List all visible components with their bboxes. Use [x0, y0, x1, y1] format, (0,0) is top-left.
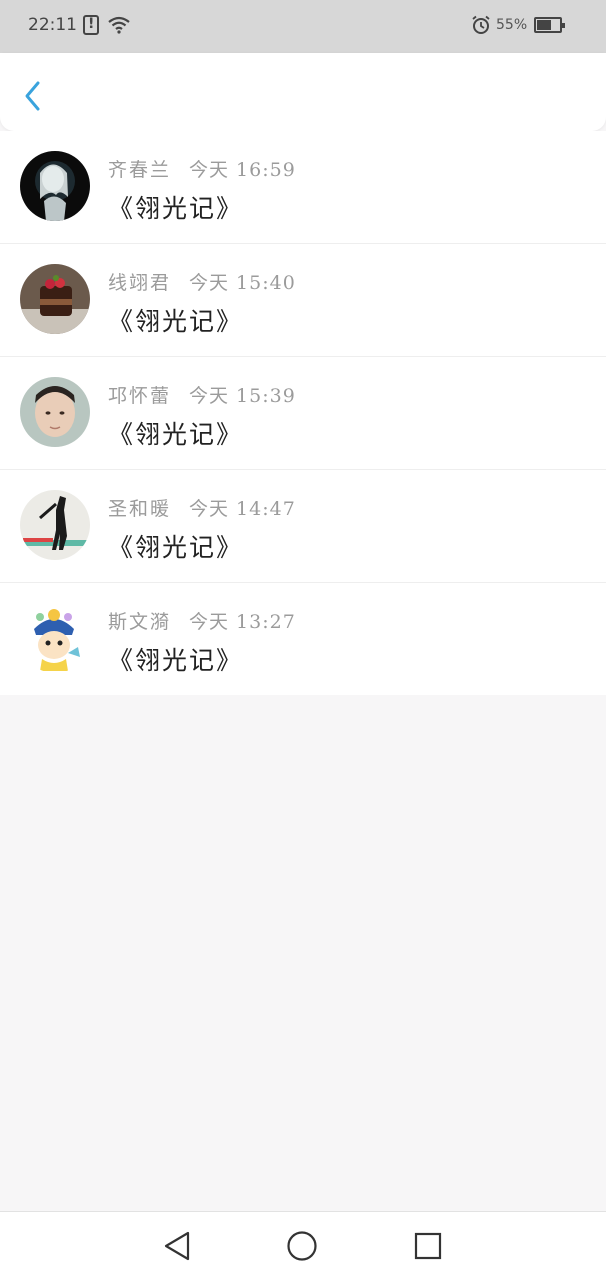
- avatar[interactable]: [20, 264, 90, 334]
- sender-name: 齐春兰: [108, 159, 172, 181]
- alarm-icon: [472, 15, 490, 34]
- home-circle-icon[interactable]: [284, 1228, 320, 1264]
- wifi-icon: [108, 16, 130, 34]
- message-meta: 圣和暖 今天 14:47: [108, 494, 296, 521]
- sender-name: 圣和暖: [108, 498, 172, 520]
- sender-name: 线翊君: [108, 272, 172, 294]
- chevron-left-icon: [25, 81, 40, 111]
- avatar[interactable]: [20, 603, 90, 673]
- message-time: 今天 15:39: [189, 385, 296, 407]
- book-title: 《翎光记》: [108, 533, 244, 562]
- message-meta: 邛怀蕾 今天 15:39: [108, 381, 296, 408]
- sender-name: 斯文漪: [108, 611, 172, 633]
- list-item[interactable]: 线翊君 今天 15:40 《翎光记》: [0, 244, 606, 357]
- message-meta: 线翊君 今天 15:40: [108, 268, 296, 295]
- book-title: 《翎光记》: [108, 420, 244, 449]
- avatar[interactable]: [20, 151, 90, 221]
- book-title: 《翎光记》: [108, 307, 244, 336]
- book-title: 《翎光记》: [108, 646, 244, 675]
- message-meta: 斯文漪 今天 13:27: [108, 607, 296, 634]
- status-time: 22:11: [28, 15, 77, 35]
- avatar[interactable]: [20, 490, 90, 560]
- list-item[interactable]: 邛怀蕾 今天 15:39 《翎光记》: [0, 357, 606, 470]
- message-time: 今天 14:47: [189, 498, 296, 520]
- list-item[interactable]: 圣和暖 今天 14:47 《翎光记》: [0, 470, 606, 583]
- back-button[interactable]: [14, 75, 54, 115]
- message-time: 今天 13:27: [189, 611, 296, 633]
- message-time: 今天 15:40: [189, 272, 296, 294]
- message-list: 齐春兰 今天 16:59 《翎光记》 线翊君 今天 15:40 《翎光记》 邛怀…: [0, 131, 606, 695]
- alert-icon: [83, 15, 99, 35]
- system-nav-bar: [0, 1211, 606, 1280]
- recent-square-icon[interactable]: [410, 1228, 446, 1264]
- message-meta: 齐春兰 今天 16:59: [108, 155, 296, 182]
- sender-name: 邛怀蕾: [108, 385, 172, 407]
- list-item[interactable]: 斯文漪 今天 13:27 《翎光记》: [0, 583, 606, 695]
- avatar[interactable]: [20, 377, 90, 447]
- message-time: 今天 16:59: [189, 159, 296, 181]
- battery-icon: [534, 17, 565, 33]
- book-title: 《翎光记》: [108, 194, 244, 223]
- app-bar: [0, 53, 606, 131]
- status-bar: 22:11 55%: [0, 0, 606, 53]
- battery-percentage: 55%: [496, 17, 528, 33]
- back-triangle-icon[interactable]: [160, 1228, 196, 1264]
- list-item[interactable]: 齐春兰 今天 16:59 《翎光记》: [0, 131, 606, 244]
